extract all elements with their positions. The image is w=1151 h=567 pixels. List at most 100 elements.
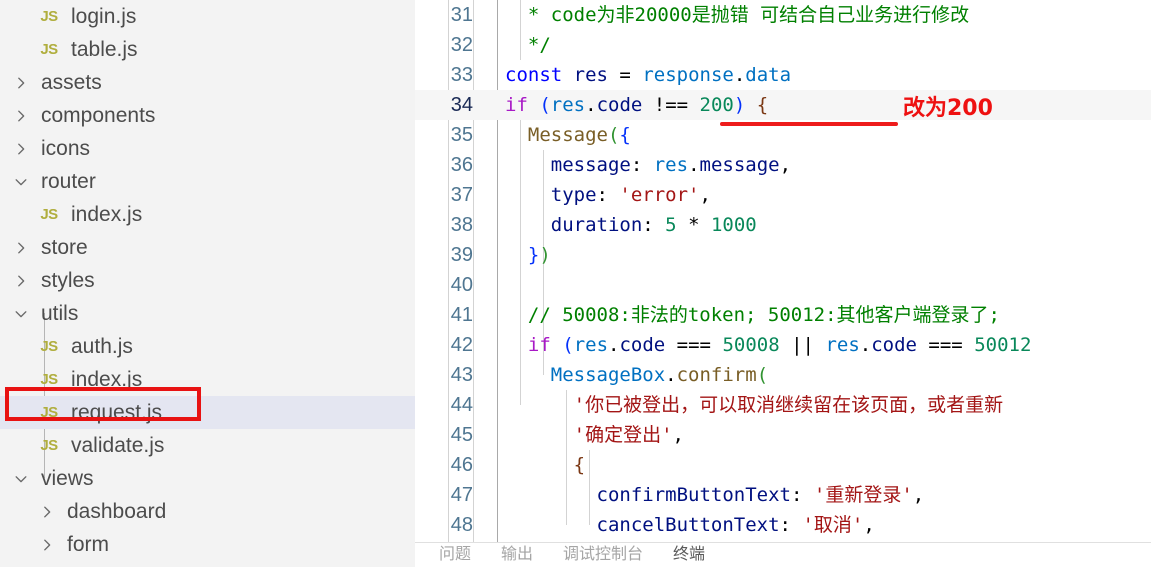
- tree-item-validate-js[interactable]: JS validate.js: [0, 429, 415, 462]
- token: .: [665, 364, 677, 386]
- chevron-right-icon[interactable]: [34, 538, 60, 552]
- token: :: [630, 154, 654, 176]
- token: 50008: [722, 334, 780, 356]
- line-text: MessageBox.confirm(: [505, 360, 768, 390]
- chevron-right-icon[interactable]: [8, 274, 34, 288]
- line-text: confirmButtonText: '重新登录',: [505, 480, 925, 510]
- line-number: 31: [450, 4, 473, 26]
- line-text: duration: 5 * 1000: [505, 210, 757, 240]
- token: (: [539, 94, 551, 116]
- panel-tab-1[interactable]: 输出: [501, 543, 533, 565]
- tree-item-form[interactable]: form: [0, 528, 415, 561]
- panel-tab-2[interactable]: 调试控制台: [563, 543, 643, 565]
- code-line-46[interactable]: 46 {: [415, 450, 1151, 480]
- token: ): [539, 244, 551, 266]
- bottom-panel: 问题 输出 调试控制台 终端: [415, 542, 1151, 567]
- code-editor[interactable]: 31 * code为非20000是抛错 可结合自己业务进行修改 32 */33 co…: [415, 0, 1151, 567]
- token: type: [550, 184, 597, 206]
- tree-item-label: layout: [60, 561, 123, 567]
- tree-item-table-js[interactable]: JS table.js: [0, 33, 415, 66]
- token: .: [608, 334, 620, 356]
- line-text: // 50008:非法的token; 50012:其他客户端登录了;: [505, 300, 1000, 330]
- tree-item-styles[interactable]: styles: [0, 264, 415, 297]
- chevron-right-icon[interactable]: [34, 505, 60, 519]
- token: :: [779, 514, 803, 536]
- annotation-underline: [720, 122, 898, 126]
- line-text: if (res.code !== 200) {: [505, 90, 768, 120]
- code-content[interactable]: 31 * code为非20000是抛错 可结合自己业务进行修改 32 */33 co…: [415, 0, 1151, 543]
- tree-item-router[interactable]: router: [0, 165, 415, 198]
- chevron-right-icon[interactable]: [8, 241, 34, 255]
- tree-item-label: store: [41, 236, 88, 259]
- code-line-32[interactable]: 32 */: [415, 30, 1151, 60]
- token: }: [527, 244, 540, 266]
- code-lines[interactable]: 31 * code为非20000是抛错 可结合自己业务进行修改 32 */33 co…: [415, 0, 1151, 540]
- code-line-37[interactable]: 37 type: 'error',: [415, 180, 1151, 210]
- tree-item-icons[interactable]: icons: [0, 132, 415, 165]
- tree-item-layout[interactable]: layout: [0, 561, 415, 567]
- code-line-42[interactable]: 42 if (res.code === 50008 || res.code ==…: [415, 330, 1151, 360]
- token: .: [688, 154, 700, 176]
- code-line-48[interactable]: 48 cancelButtonText: '取消',: [415, 510, 1151, 540]
- token: ||: [791, 334, 814, 356]
- chevron-down-icon[interactable]: [8, 472, 34, 486]
- token: {: [573, 454, 586, 476]
- tree-item-label: index.js: [71, 203, 143, 226]
- token: *: [676, 214, 711, 236]
- code-line-36[interactable]: 36 message: res.message,: [415, 150, 1151, 180]
- tree-item-label: form: [67, 533, 109, 556]
- file-tree: JS login.js JS table.js assets components icon…: [0, 0, 415, 567]
- line-text: * code为非20000是抛错 可结合自己业务进行修改: [505, 0, 969, 30]
- code-line-34[interactable]: 34 if (res.code !== 200) {: [415, 90, 1151, 120]
- tree-item-index-js[interactable]: JS index.js: [0, 198, 415, 231]
- tree-item-label: assets: [41, 71, 102, 94]
- chevron-right-icon[interactable]: [8, 142, 34, 156]
- tree-item-store[interactable]: store: [0, 231, 415, 264]
- code-line-33[interactable]: 33 const res = response.data: [415, 60, 1151, 90]
- tree-item-label: components: [41, 104, 156, 127]
- token: '重新登录': [813, 484, 913, 506]
- tree-item-components[interactable]: components: [0, 99, 415, 132]
- tree-item-views[interactable]: views: [0, 462, 415, 495]
- tree-item-utils[interactable]: utils: [0, 297, 415, 330]
- tree-item-assets[interactable]: assets: [0, 66, 415, 99]
- tree-item-index-js[interactable]: JS index.js: [0, 363, 415, 396]
- line-text: }): [505, 240, 551, 270]
- tree-item-dashboard[interactable]: dashboard: [0, 495, 415, 528]
- tree-item-auth-js[interactable]: JS auth.js: [0, 330, 415, 363]
- code-line-45[interactable]: 45 '确定登出',: [415, 420, 1151, 450]
- code-line-41[interactable]: 41 // 50008:非法的token; 50012:其他客户端登录了;: [415, 300, 1151, 330]
- code-line-43[interactable]: 43 MessageBox.confirm(: [415, 360, 1151, 390]
- tree-item-login-js[interactable]: JS login.js: [0, 0, 415, 33]
- code-line-38[interactable]: 38 duration: 5 * 1000: [415, 210, 1151, 240]
- code-line-31[interactable]: 31 * code为非20000是抛错 可结合自己业务进行修改: [415, 0, 1151, 30]
- tree-item-label: utils: [41, 302, 79, 325]
- chevron-right-icon[interactable]: [8, 76, 34, 90]
- code-line-39[interactable]: 39 }): [415, 240, 1151, 270]
- chevron-down-icon[interactable]: [8, 175, 34, 189]
- token: ): [733, 94, 746, 116]
- js-file-icon: JS: [40, 437, 58, 454]
- panel-tab-3[interactable]: 终端: [673, 543, 705, 565]
- token: code: [871, 334, 917, 356]
- line-number: 48: [450, 514, 473, 536]
- token: ===: [665, 334, 723, 356]
- chevron-down-icon[interactable]: [8, 307, 34, 321]
- tree-item-request-js[interactable]: JS request.js: [0, 396, 415, 429]
- token: MessageBox: [550, 364, 666, 386]
- tree-item-label: request.js: [71, 401, 163, 424]
- token: '确定登出': [573, 424, 673, 446]
- token: Message: [527, 124, 608, 146]
- token: 50012: [974, 334, 1032, 356]
- panel-tab-0[interactable]: 问题: [439, 543, 471, 565]
- code-line-40[interactable]: 40: [415, 270, 1151, 300]
- code-line-47[interactable]: 47 confirmButtonText: '重新登录',: [415, 480, 1151, 510]
- code-line-44[interactable]: 44 '你已被登出，可以取消继续留在该页面，或者重新: [415, 390, 1151, 420]
- token: data: [745, 64, 792, 86]
- chevron-right-icon[interactable]: [8, 109, 34, 123]
